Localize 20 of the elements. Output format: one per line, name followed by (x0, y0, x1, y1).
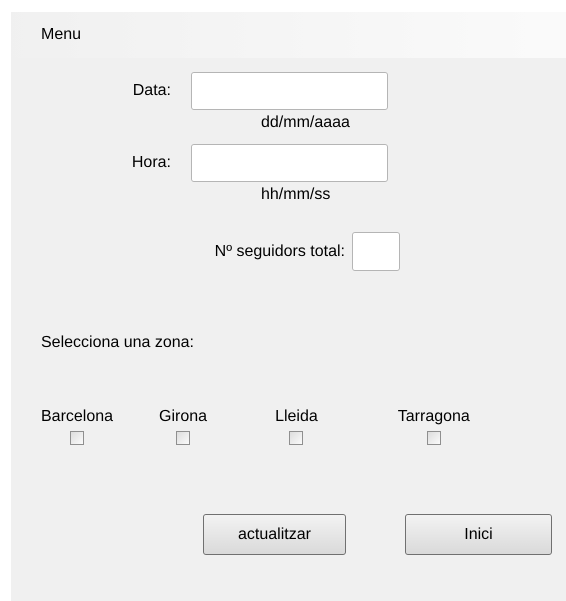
text-field[interactable] (191, 72, 388, 110)
checkbox[interactable] (426, 431, 441, 445)
followers-field[interactable] (352, 232, 400, 271)
zone-label: Girona (159, 408, 208, 426)
zone-label: Barcelona (41, 408, 114, 426)
zone-label: Lleida (275, 408, 318, 426)
checkbox[interactable] (289, 431, 304, 445)
text-field[interactable] (191, 144, 388, 182)
checkbox[interactable] (176, 431, 190, 445)
field-label: Hora: (130, 153, 172, 173)
field-label: Data: (132, 81, 172, 101)
format-hint: hh/mm/ss (261, 186, 332, 204)
field-label: Nº seguidors total: (214, 242, 345, 262)
zone-label: Tarragona (398, 408, 470, 426)
home-button[interactable]: Inici (405, 514, 552, 555)
zone-prompt: Selecciona una zona: (41, 333, 195, 353)
format-hint: dd/mm/aaaa (261, 114, 351, 132)
update-button[interactable]: actualitzar (203, 514, 346, 555)
checkbox[interactable] (70, 431, 84, 445)
menu-item[interactable]: Menu (35, 23, 88, 47)
